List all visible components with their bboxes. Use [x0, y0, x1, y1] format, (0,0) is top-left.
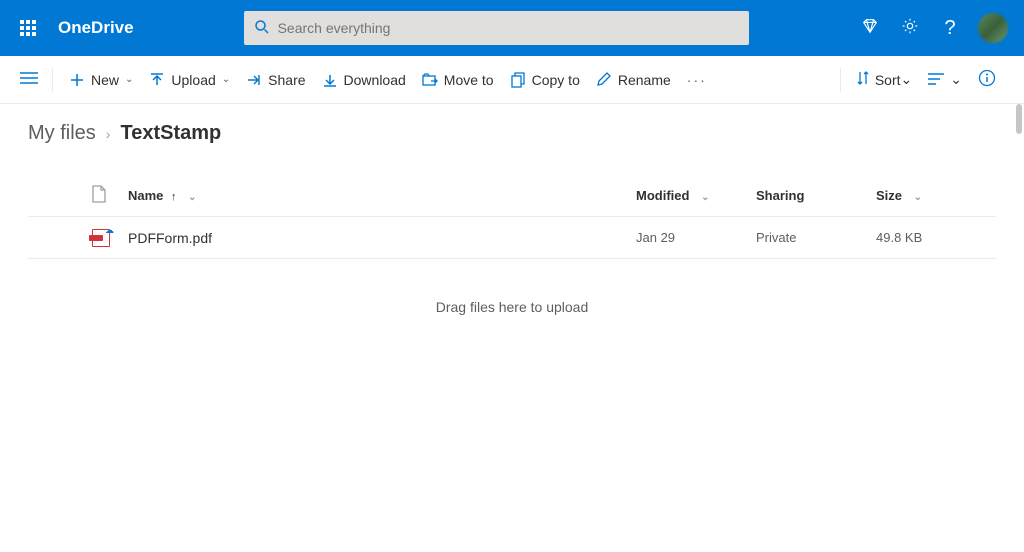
new-button[interactable]: New ⌄ [61, 64, 141, 96]
brand-link[interactable]: OneDrive [58, 18, 134, 38]
breadcrumb-current: TextStamp [120, 122, 221, 145]
share-icon [246, 72, 262, 88]
separator [840, 68, 841, 92]
settings-button[interactable] [890, 8, 930, 48]
chevron-down-icon: ⌄ [701, 192, 709, 203]
moveto-button[interactable]: Move to [414, 64, 502, 96]
help-button[interactable]: ? [930, 8, 970, 48]
chevron-down-icon: ⌄ [188, 192, 196, 203]
scrollbar-thumb[interactable] [1016, 104, 1022, 134]
chevron-down-icon: ⌄ [914, 192, 922, 203]
pdf-file-icon: ☁ [92, 229, 110, 247]
search-box[interactable] [244, 11, 749, 45]
command-bar: New ⌄ Upload ⌄ Share Download Move to Co… [0, 56, 1024, 104]
search-input[interactable] [278, 20, 739, 36]
more-commands-button[interactable]: ··· [679, 72, 715, 88]
download-icon [322, 72, 338, 88]
nav-toggle-button[interactable] [14, 69, 44, 90]
new-label: New [91, 72, 119, 88]
chevron-down-icon: ⌄ [950, 71, 962, 88]
breadcrumb-root[interactable]: My files [28, 122, 96, 145]
rename-button[interactable]: Rename [588, 64, 679, 96]
rename-icon [596, 72, 612, 88]
upload-icon [149, 72, 165, 88]
chevron-down-icon: ⌄ [222, 74, 230, 85]
copyto-label: Copy to [532, 72, 580, 88]
list-view-icon [928, 72, 944, 88]
share-label: Share [268, 72, 305, 88]
column-header-size[interactable]: Size ⌄ [876, 188, 996, 203]
drop-hint: Drag files here to upload [28, 299, 996, 315]
table-header: Name ↑ ⌄ Modified ⌄ Sharing Size ⌄ [28, 175, 996, 217]
copyto-icon [510, 72, 526, 88]
share-button[interactable]: Share [238, 64, 313, 96]
table-row[interactable]: ☁ PDFForm.pdf Jan 29 Private 49.8 KB [28, 217, 996, 259]
separator [52, 68, 53, 92]
file-table: Name ↑ ⌄ Modified ⌄ Sharing Size ⌄ ☁ [28, 175, 996, 259]
view-options-button[interactable]: ⌄ [920, 71, 970, 88]
breadcrumb: My files › TextStamp [28, 122, 996, 145]
column-header-sharing[interactable]: Sharing [756, 188, 876, 203]
plus-icon [69, 72, 85, 88]
copyto-button[interactable]: Copy to [502, 64, 588, 96]
moveto-icon [422, 72, 438, 88]
app-launcher-button[interactable] [8, 8, 48, 48]
chevron-right-icon: › [106, 126, 111, 142]
sort-asc-icon: ↑ [171, 191, 177, 203]
main-content: My files › TextStamp Name ↑ ⌄ Modified ⌄… [0, 104, 1024, 552]
column-header-name[interactable]: Name ↑ ⌄ [128, 188, 636, 203]
sort-button[interactable]: Sort ⌄ [849, 71, 920, 88]
diamond-icon [861, 17, 879, 40]
file-sharing-cell: Private [756, 230, 876, 245]
column-header-modified[interactable]: Modified ⌄ [636, 188, 756, 203]
download-label: Download [344, 72, 406, 88]
chevron-down-icon: ⌄ [125, 74, 133, 85]
details-pane-button[interactable] [970, 69, 1010, 90]
sort-icon [857, 71, 869, 88]
upload-label: Upload [171, 72, 215, 88]
moveto-label: Move to [444, 72, 494, 88]
search-icon [254, 19, 270, 38]
file-size-cell: 49.8 KB [876, 230, 996, 245]
info-icon [978, 69, 996, 90]
download-button[interactable]: Download [314, 64, 414, 96]
cloud-sync-icon: ☁ [105, 225, 114, 236]
help-icon: ? [944, 17, 955, 40]
file-name-cell[interactable]: PDFForm.pdf [128, 230, 636, 246]
gear-icon [901, 17, 919, 40]
top-header: OneDrive ? [0, 0, 1024, 56]
chevron-down-icon: ⌄ [901, 71, 913, 88]
filetype-header-icon [92, 185, 106, 207]
account-avatar[interactable] [978, 13, 1008, 43]
upload-button[interactable]: Upload ⌄ [141, 64, 238, 96]
premium-button[interactable] [850, 8, 890, 48]
waffle-icon [20, 20, 36, 36]
file-modified-cell: Jan 29 [636, 230, 756, 245]
rename-label: Rename [618, 72, 671, 88]
sort-label: Sort [875, 72, 901, 88]
